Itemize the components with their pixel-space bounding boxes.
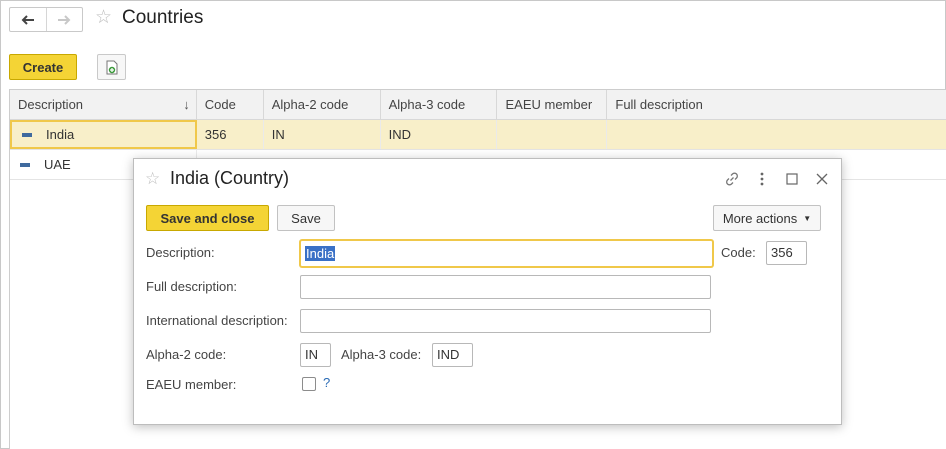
alpha3-label: Alpha-3 code: bbox=[341, 347, 422, 362]
table-row[interactable]: India 356 IN IND bbox=[10, 120, 946, 150]
dialog-title: India (Country) bbox=[170, 168, 290, 188]
description-label: Description: bbox=[146, 245, 215, 260]
item-icon bbox=[22, 132, 32, 137]
cell-alpha3[interactable]: IND bbox=[381, 120, 498, 149]
eaeu-member-checkbox[interactable] bbox=[302, 377, 316, 391]
save-button[interactable]: Save bbox=[277, 205, 335, 231]
eaeu-member-label: EAEU member: bbox=[146, 377, 237, 392]
international-description-label: International description: bbox=[146, 313, 288, 328]
save-and-close-button[interactable]: Save and close bbox=[146, 205, 269, 231]
more-actions-label: More actions bbox=[722, 210, 798, 226]
link-icon[interactable] bbox=[722, 169, 742, 189]
page-title: Countries bbox=[122, 7, 204, 28]
code-input[interactable]: 356 bbox=[766, 241, 807, 265]
cell-text: UAE bbox=[44, 157, 71, 172]
dropdown-caret-icon: ▼ bbox=[803, 213, 812, 223]
create-button[interactable]: Create bbox=[9, 54, 77, 80]
full-description-input[interactable] bbox=[300, 275, 711, 299]
cell-code[interactable]: 356 bbox=[197, 120, 264, 149]
history-navigation bbox=[9, 7, 83, 32]
column-code[interactable]: Code bbox=[197, 90, 264, 120]
cell-eaeu[interactable] bbox=[497, 120, 608, 149]
favorite-star-icon[interactable]: ☆ bbox=[95, 8, 112, 28]
cell-text: India bbox=[46, 127, 75, 142]
cell-full-description[interactable] bbox=[607, 120, 946, 149]
column-alpha3[interactable]: Alpha-3 code bbox=[381, 90, 498, 120]
column-label: Description bbox=[18, 97, 84, 112]
back-button[interactable] bbox=[10, 8, 46, 31]
copy-document-icon bbox=[106, 60, 117, 74]
arrow-right-icon bbox=[58, 14, 71, 25]
more-vertical-icon[interactable] bbox=[752, 169, 772, 189]
sort-down-icon: ↓ bbox=[183, 97, 190, 112]
close-icon[interactable] bbox=[812, 169, 832, 189]
maximize-icon[interactable] bbox=[782, 169, 802, 189]
help-link[interactable]: ? bbox=[323, 375, 330, 390]
table-header: Description ↓ Code Alpha-2 code Alpha-3 … bbox=[10, 90, 946, 120]
more-actions-button[interactable]: More actions ▼ bbox=[713, 205, 821, 231]
description-value: India bbox=[305, 246, 336, 261]
arrow-left-icon bbox=[21, 14, 34, 25]
alpha2-input[interactable]: IN bbox=[300, 343, 331, 367]
favorite-star-icon[interactable]: ☆ bbox=[145, 169, 160, 189]
copy-button[interactable] bbox=[97, 54, 126, 80]
country-dialog: ☆ India (Country) Save and close Save Mo… bbox=[133, 158, 842, 425]
full-description-label: Full description: bbox=[146, 279, 238, 294]
item-icon bbox=[20, 162, 30, 167]
description-input[interactable]: India bbox=[300, 240, 713, 267]
column-description[interactable]: Description ↓ bbox=[10, 90, 197, 120]
column-full-description[interactable]: Full description bbox=[607, 90, 946, 120]
code-label: Code: bbox=[721, 245, 756, 260]
cell-alpha2[interactable]: IN bbox=[264, 120, 381, 149]
alpha2-label: Alpha-2 code: bbox=[146, 347, 227, 362]
international-description-input[interactable] bbox=[300, 309, 711, 333]
column-alpha2[interactable]: Alpha-2 code bbox=[264, 90, 381, 120]
cell-description[interactable]: India bbox=[10, 120, 197, 149]
alpha3-input[interactable]: IND bbox=[432, 343, 473, 367]
forward-button[interactable] bbox=[47, 8, 83, 31]
column-eaeu[interactable]: EAEU member bbox=[497, 90, 608, 120]
